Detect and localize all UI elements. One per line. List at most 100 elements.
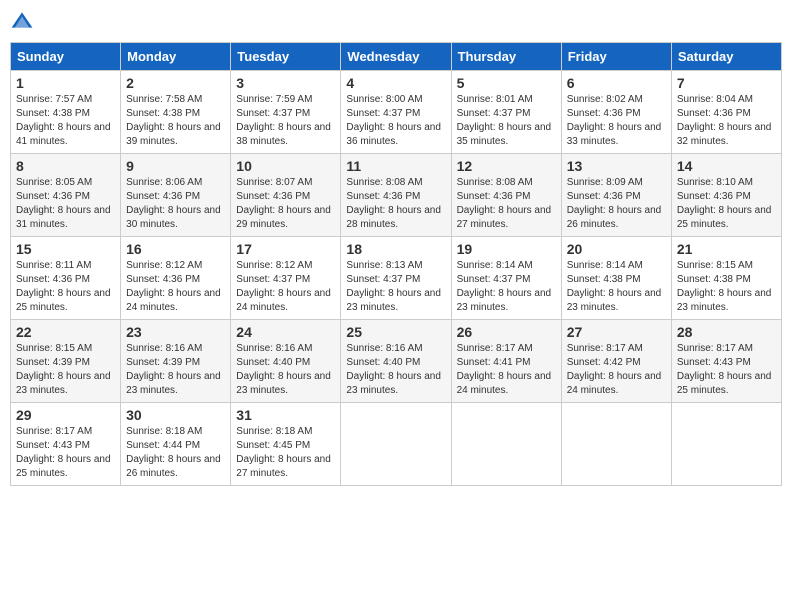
cell-info: Sunrise: 8:01 AMSunset: 4:37 PMDaylight:… [457,94,552,147]
day-number: 24 [236,324,335,340]
calendar-cell: 7 Sunrise: 8:04 AMSunset: 4:36 PMDayligh… [671,71,781,154]
cell-info: Sunrise: 7:59 AMSunset: 4:37 PMDaylight:… [236,94,331,147]
day-number: 12 [457,158,556,174]
cell-info: Sunrise: 8:15 AMSunset: 4:38 PMDaylight:… [677,260,772,313]
cell-info: Sunrise: 8:00 AMSunset: 4:37 PMDaylight:… [346,94,441,147]
calendar-cell: 3 Sunrise: 7:59 AMSunset: 4:37 PMDayligh… [231,71,341,154]
calendar-cell: 17 Sunrise: 8:12 AMSunset: 4:37 PMDaylig… [231,237,341,320]
day-number: 31 [236,407,335,423]
cell-info: Sunrise: 8:09 AMSunset: 4:36 PMDaylight:… [567,177,662,230]
cell-info: Sunrise: 8:14 AMSunset: 4:37 PMDaylight:… [457,260,552,313]
cell-info: Sunrise: 8:05 AMSunset: 4:36 PMDaylight:… [16,177,111,230]
col-header-friday: Friday [561,43,671,71]
col-header-saturday: Saturday [671,43,781,71]
cell-info: Sunrise: 8:02 AMSunset: 4:36 PMDaylight:… [567,94,662,147]
day-number: 20 [567,241,666,257]
calendar-cell: 23 Sunrise: 8:16 AMSunset: 4:39 PMDaylig… [121,320,231,403]
week-row-4: 22 Sunrise: 8:15 AMSunset: 4:39 PMDaylig… [11,320,782,403]
page-header [10,10,782,34]
week-row-1: 1 Sunrise: 7:57 AMSunset: 4:38 PMDayligh… [11,71,782,154]
day-number: 8 [16,158,115,174]
cell-info: Sunrise: 8:13 AMSunset: 4:37 PMDaylight:… [346,260,441,313]
calendar-cell: 13 Sunrise: 8:09 AMSunset: 4:36 PMDaylig… [561,154,671,237]
calendar-cell: 11 Sunrise: 8:08 AMSunset: 4:36 PMDaylig… [341,154,451,237]
calendar-cell: 27 Sunrise: 8:17 AMSunset: 4:42 PMDaylig… [561,320,671,403]
calendar-cell: 4 Sunrise: 8:00 AMSunset: 4:37 PMDayligh… [341,71,451,154]
calendar-cell: 20 Sunrise: 8:14 AMSunset: 4:38 PMDaylig… [561,237,671,320]
cell-info: Sunrise: 8:16 AMSunset: 4:40 PMDaylight:… [236,343,331,396]
cell-info: Sunrise: 8:17 AMSunset: 4:42 PMDaylight:… [567,343,662,396]
cell-info: Sunrise: 8:18 AMSunset: 4:45 PMDaylight:… [236,426,331,479]
day-number: 6 [567,75,666,91]
calendar-cell [671,403,781,486]
cell-info: Sunrise: 8:17 AMSunset: 4:43 PMDaylight:… [677,343,772,396]
calendar-header-row: SundayMondayTuesdayWednesdayThursdayFrid… [11,43,782,71]
day-number: 28 [677,324,776,340]
calendar-cell [451,403,561,486]
calendar-cell: 16 Sunrise: 8:12 AMSunset: 4:36 PMDaylig… [121,237,231,320]
day-number: 11 [346,158,445,174]
col-header-sunday: Sunday [11,43,121,71]
day-number: 29 [16,407,115,423]
day-number: 13 [567,158,666,174]
cell-info: Sunrise: 8:08 AMSunset: 4:36 PMDaylight:… [346,177,441,230]
calendar-cell: 24 Sunrise: 8:16 AMSunset: 4:40 PMDaylig… [231,320,341,403]
cell-info: Sunrise: 8:17 AMSunset: 4:43 PMDaylight:… [16,426,111,479]
cell-info: Sunrise: 8:18 AMSunset: 4:44 PMDaylight:… [126,426,221,479]
col-header-tuesday: Tuesday [231,43,341,71]
calendar-cell: 8 Sunrise: 8:05 AMSunset: 4:36 PMDayligh… [11,154,121,237]
calendar-table: SundayMondayTuesdayWednesdayThursdayFrid… [10,42,782,486]
day-number: 25 [346,324,445,340]
cell-info: Sunrise: 8:16 AMSunset: 4:39 PMDaylight:… [126,343,221,396]
cell-info: Sunrise: 8:16 AMSunset: 4:40 PMDaylight:… [346,343,441,396]
calendar-cell: 10 Sunrise: 8:07 AMSunset: 4:36 PMDaylig… [231,154,341,237]
calendar-cell: 12 Sunrise: 8:08 AMSunset: 4:36 PMDaylig… [451,154,561,237]
cell-info: Sunrise: 8:14 AMSunset: 4:38 PMDaylight:… [567,260,662,313]
calendar-cell: 19 Sunrise: 8:14 AMSunset: 4:37 PMDaylig… [451,237,561,320]
day-number: 1 [16,75,115,91]
cell-info: Sunrise: 8:15 AMSunset: 4:39 PMDaylight:… [16,343,111,396]
day-number: 27 [567,324,666,340]
cell-info: Sunrise: 8:17 AMSunset: 4:41 PMDaylight:… [457,343,552,396]
day-number: 14 [677,158,776,174]
day-number: 9 [126,158,225,174]
calendar-cell: 26 Sunrise: 8:17 AMSunset: 4:41 PMDaylig… [451,320,561,403]
logo-icon [10,10,34,34]
cell-info: Sunrise: 8:08 AMSunset: 4:36 PMDaylight:… [457,177,552,230]
day-number: 22 [16,324,115,340]
calendar-cell: 25 Sunrise: 8:16 AMSunset: 4:40 PMDaylig… [341,320,451,403]
day-number: 23 [126,324,225,340]
calendar-cell: 30 Sunrise: 8:18 AMSunset: 4:44 PMDaylig… [121,403,231,486]
cell-info: Sunrise: 8:12 AMSunset: 4:37 PMDaylight:… [236,260,331,313]
day-number: 2 [126,75,225,91]
cell-info: Sunrise: 8:12 AMSunset: 4:36 PMDaylight:… [126,260,221,313]
calendar-cell: 14 Sunrise: 8:10 AMSunset: 4:36 PMDaylig… [671,154,781,237]
calendar-cell: 21 Sunrise: 8:15 AMSunset: 4:38 PMDaylig… [671,237,781,320]
calendar-cell [561,403,671,486]
cell-info: Sunrise: 8:04 AMSunset: 4:36 PMDaylight:… [677,94,772,147]
day-number: 26 [457,324,556,340]
cell-info: Sunrise: 8:10 AMSunset: 4:36 PMDaylight:… [677,177,772,230]
day-number: 30 [126,407,225,423]
calendar-cell: 28 Sunrise: 8:17 AMSunset: 4:43 PMDaylig… [671,320,781,403]
cell-info: Sunrise: 8:11 AMSunset: 4:36 PMDaylight:… [16,260,111,313]
calendar-cell [341,403,451,486]
day-number: 15 [16,241,115,257]
calendar-cell: 22 Sunrise: 8:15 AMSunset: 4:39 PMDaylig… [11,320,121,403]
day-number: 10 [236,158,335,174]
day-number: 7 [677,75,776,91]
day-number: 16 [126,241,225,257]
day-number: 17 [236,241,335,257]
day-number: 21 [677,241,776,257]
col-header-monday: Monday [121,43,231,71]
logo [10,10,38,34]
calendar-cell: 1 Sunrise: 7:57 AMSunset: 4:38 PMDayligh… [11,71,121,154]
week-row-2: 8 Sunrise: 8:05 AMSunset: 4:36 PMDayligh… [11,154,782,237]
day-number: 3 [236,75,335,91]
day-number: 19 [457,241,556,257]
calendar-cell: 2 Sunrise: 7:58 AMSunset: 4:38 PMDayligh… [121,71,231,154]
day-number: 4 [346,75,445,91]
cell-info: Sunrise: 7:58 AMSunset: 4:38 PMDaylight:… [126,94,221,147]
day-number: 18 [346,241,445,257]
calendar-cell: 18 Sunrise: 8:13 AMSunset: 4:37 PMDaylig… [341,237,451,320]
